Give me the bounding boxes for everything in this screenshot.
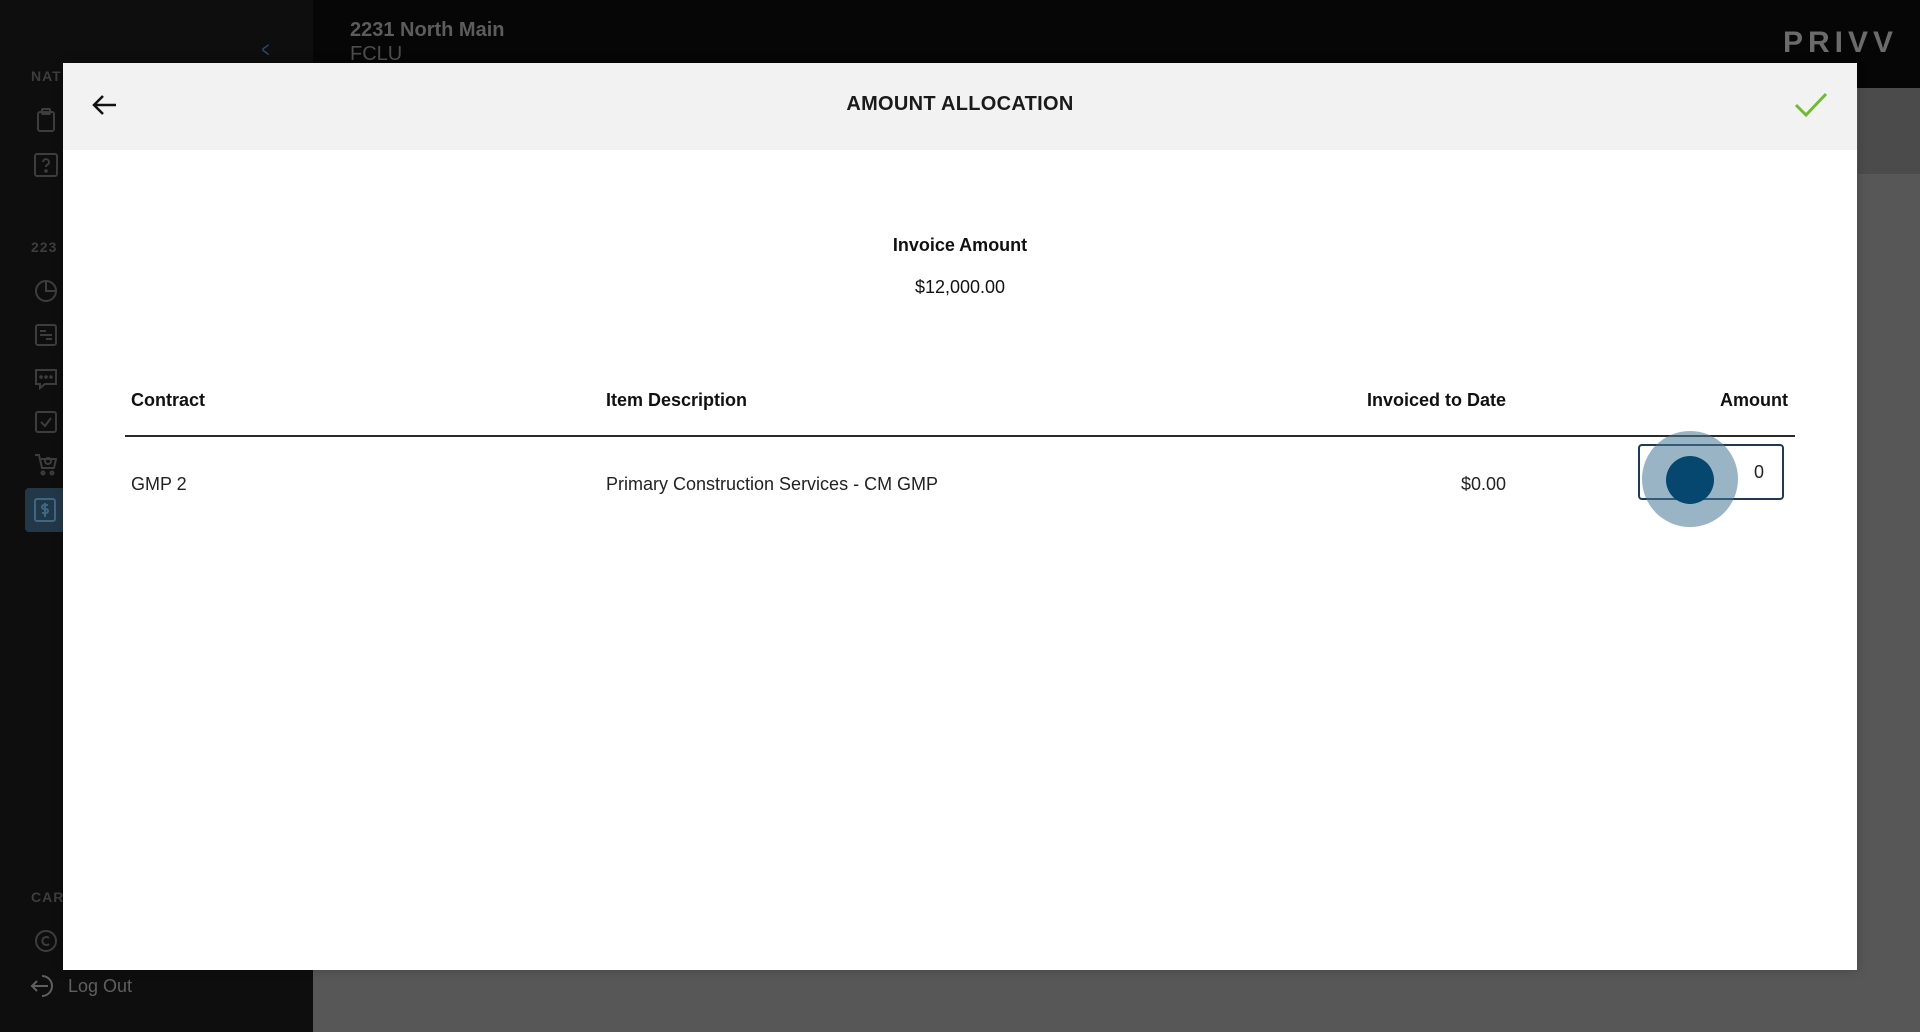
touch-indicator-dot <box>1666 456 1714 504</box>
collapse-sidebar-icon[interactable]: < <box>262 37 270 63</box>
invoice-amount-value: $12,000.00 <box>914 277 1006 297</box>
sidebar-section-label: CAR <box>31 889 65 905</box>
logout-label: Log Out <box>68 975 133 996</box>
logout-icon <box>30 975 53 997</box>
cell-contract: GMP 2 <box>131 474 187 494</box>
amount-allocation-modal: AMOUNT ALLOCATION Invoice Amount $12,000… <box>63 63 1857 970</box>
invoice-amount-label: Invoice Amount <box>892 235 1028 255</box>
checkmark-icon <box>1794 92 1828 118</box>
content-panel <box>1858 88 1920 174</box>
modal-title: AMOUNT ALLOCATION <box>846 93 1074 115</box>
header-invoiced-to-date: Invoiced to Date <box>1366 390 1506 410</box>
sidebar-section-label: 223 <box>31 239 58 255</box>
clipboard-icon[interactable] <box>33 107 59 133</box>
checkbox-icon[interactable] <box>33 409 59 435</box>
dollar-icon <box>32 497 58 523</box>
sidebar-item-invoices-active[interactable] <box>25 488 65 532</box>
list-icon[interactable] <box>33 322 59 348</box>
modal-header: AMOUNT ALLOCATION <box>63 63 1857 150</box>
header-contract: Contract <box>131 390 206 410</box>
header-item-description: Item Description <box>606 390 748 410</box>
cell-item-description: Primary Construction Services - CM GMP <box>606 474 939 494</box>
confirm-button[interactable] <box>1791 85 1831 125</box>
copyright-icon[interactable] <box>33 928 59 954</box>
header-amount: Amount <box>1720 390 1788 410</box>
pie-chart-icon[interactable] <box>33 278 59 304</box>
project-title: 2231 North Main <box>350 19 505 41</box>
table-divider <box>125 435 1795 437</box>
help-icon[interactable] <box>33 152 59 178</box>
brand-logo: PRIVV <box>1783 26 1899 59</box>
sidebar-section-label: NAT <box>31 68 62 84</box>
chat-icon[interactable] <box>33 366 59 392</box>
cell-invoiced-to-date: $0.00 <box>1460 474 1506 494</box>
logout-button[interactable]: Log Out <box>28 970 132 1002</box>
cart-settings-icon[interactable] <box>33 451 59 477</box>
